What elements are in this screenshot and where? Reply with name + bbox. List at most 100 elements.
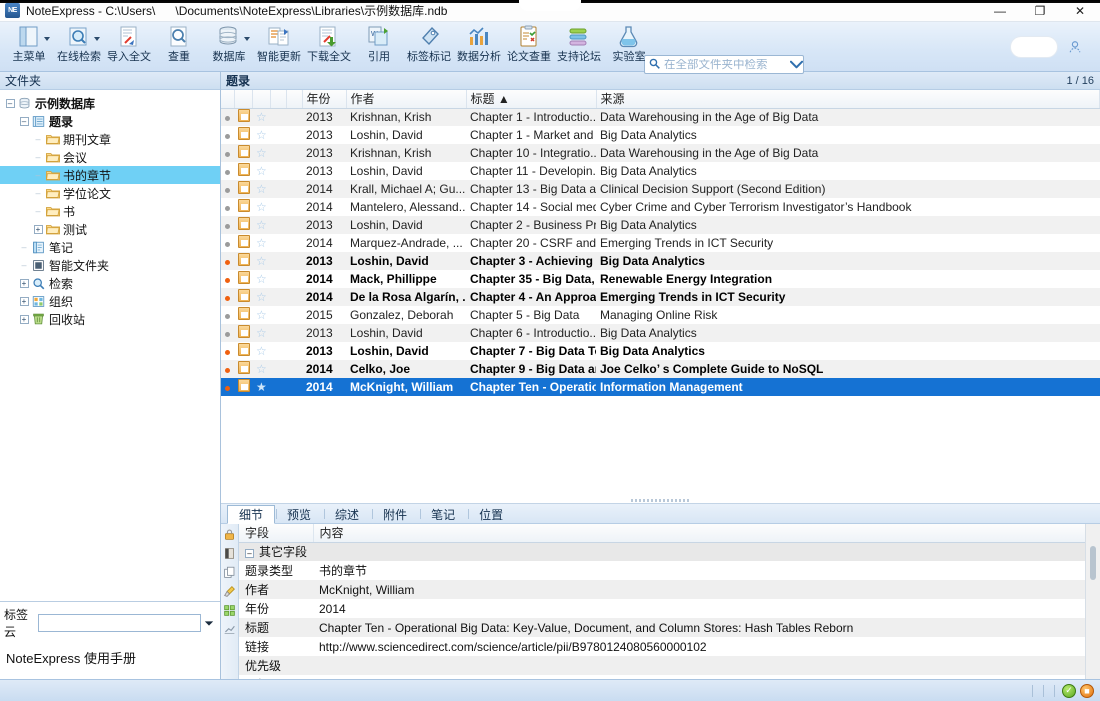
detail-scrollbar[interactable] xyxy=(1085,524,1100,679)
chevron-down-icon[interactable] xyxy=(201,614,216,632)
lock-icon[interactable] xyxy=(222,526,238,542)
dropdown-caret-icon[interactable] xyxy=(44,37,50,41)
detail-field-value[interactable] xyxy=(313,675,1100,679)
brush-icon[interactable] xyxy=(222,583,238,599)
table-row[interactable]: ☆ 2014 Mack, Phillippe Chapter 35 - Big Dat… xyxy=(221,270,1100,288)
detail-field-row[interactable]: 标题 Chapter Ten - Operational Big Data: Ke… xyxy=(239,618,1100,637)
status-alert-icon[interactable]: ■ xyxy=(1080,683,1094,698)
tree-item-会议[interactable]: – 会议 xyxy=(0,148,220,166)
tree-item-学位论文[interactable]: – 学位论文 xyxy=(0,184,220,202)
detail-field-row[interactable]: 题录类型 书的章节 xyxy=(239,561,1100,580)
toolbar-button-download-fulltext[interactable]: 下载全文 xyxy=(304,22,354,72)
toolbar-button-duplicate-check[interactable]: 查重 xyxy=(154,22,204,72)
records-table[interactable]: 年份 作者 标题 ▲ 来源 ☆ 2013 Krishnan, Krish Chapte… xyxy=(221,90,1100,396)
table-row[interactable]: ☆ 2015 Gonzalez, Deborah Chapter 5 - Big Da… xyxy=(221,306,1100,324)
maximize-button[interactable]: ❐ xyxy=(1020,0,1060,22)
tree-item-检索[interactable]: + 检索 xyxy=(0,274,220,292)
toolbar-button-data-analysis[interactable]: 数据分析 xyxy=(454,22,504,72)
search-box[interactable] xyxy=(644,55,804,74)
tag-cloud-input[interactable] xyxy=(38,614,201,632)
star-icon[interactable]: ☆ xyxy=(252,324,270,342)
detail-scrollbar-thumb[interactable] xyxy=(1090,546,1096,580)
detail-field-value[interactable]: 书的章节 xyxy=(313,561,1100,580)
toolbar-button-support-forum[interactable]: 支持论坛 xyxy=(554,22,604,72)
group-collapse-icon[interactable]: – xyxy=(245,549,254,559)
tree-expander-plus-icon[interactable]: + xyxy=(18,295,30,307)
toolbar-button-smart-update[interactable]: 智能更新 xyxy=(254,22,304,72)
account-pill[interactable] xyxy=(1010,36,1058,58)
tree-expander-minus-icon[interactable]: – xyxy=(18,115,30,127)
column-header-blank1[interactable] xyxy=(270,90,287,109)
detail-side-toolbar[interactable] xyxy=(221,524,239,679)
column-header-author[interactable]: 作者 xyxy=(346,90,467,109)
toolbar-button-main-menu[interactable]: 主菜单 xyxy=(4,22,54,72)
star-icon[interactable]: ☆ xyxy=(252,234,270,252)
table-row[interactable]: ☆ 2014 Marquez-Andrade, ... Chapter 20 - CS… xyxy=(221,234,1100,252)
detail-field-row[interactable]: 链接 http://www.sciencedirect.com/science/a… xyxy=(239,637,1100,656)
grid-icon[interactable] xyxy=(222,602,238,618)
detail-field-value[interactable]: McKnight, William xyxy=(313,580,1100,599)
table-row[interactable]: ☆ 2014 Celko, Joe Chapter 9 - Big Data an. J… xyxy=(221,360,1100,378)
toolbar-button-cite[interactable]: W 引用 xyxy=(354,22,404,72)
detail-tab-附件[interactable]: 附件 xyxy=(371,504,419,523)
account-icon[interactable] xyxy=(1068,40,1082,57)
star-icon[interactable]: ☆ xyxy=(252,180,270,198)
detail-tab-综述[interactable]: 综述 xyxy=(323,504,371,523)
star-icon[interactable]: ★ xyxy=(252,378,270,396)
star-icon[interactable]: ☆ xyxy=(252,198,270,216)
status-ok-icon[interactable]: ✓ xyxy=(1062,683,1076,698)
detail-field-value[interactable] xyxy=(313,656,1100,675)
column-header-star[interactable] xyxy=(252,90,271,109)
table-row[interactable]: ★ 2014 McKnight, William Chapter Ten - Oper… xyxy=(221,378,1100,396)
detail-field-row[interactable]: 作者 McKnight, William xyxy=(239,580,1100,599)
copy-icon[interactable] xyxy=(222,564,238,580)
toolbar-button-online-search[interactable]: 在线检索 xyxy=(54,22,104,72)
toolbar-button-tag-mark[interactable]: 标签标记 xyxy=(404,22,454,72)
tree-item-智能文件夹[interactable]: – 智能文件夹 xyxy=(0,256,220,274)
star-icon[interactable]: ☆ xyxy=(252,252,270,270)
close-button[interactable]: ✕ xyxy=(1060,0,1100,22)
tree-item-书的章节[interactable]: – 书的章节 xyxy=(0,166,220,184)
tree-expander-minus-icon[interactable]: – xyxy=(4,97,16,109)
tree-item-组织[interactable]: + 组织 xyxy=(0,292,220,310)
table-row[interactable]: ☆ 2014 Krall, Michael A; Gu... Chapter 13 -… xyxy=(221,180,1100,198)
table-row[interactable]: ☆ 2014 Mantelero, Alessand... Chapter 14 - … xyxy=(221,198,1100,216)
detail-tabs[interactable]: 细节 预览 综述 附件 笔记 位置 xyxy=(221,504,1100,524)
star-icon[interactable]: ☆ xyxy=(252,306,270,324)
table-row[interactable]: ☆ 2013 Loshin, David Chapter 1 - Market and… xyxy=(221,126,1100,144)
table-row[interactable]: ☆ 2014 De la Rosa Algarín, . Chapter 4 - An… xyxy=(221,288,1100,306)
toolbar-button-paper-check[interactable]: 论文查重 xyxy=(504,22,554,72)
minimize-button[interactable]: — xyxy=(980,0,1020,22)
tree-expander-plus-icon[interactable]: + xyxy=(18,277,30,289)
table-row[interactable]: ☆ 2013 Loshin, David Chapter 6 - Introducti… xyxy=(221,324,1100,342)
detail-field-value[interactable]: 2014 xyxy=(313,599,1100,618)
tree-item-回收站[interactable]: + 回收站 xyxy=(0,310,220,328)
detail-field-value[interactable]: Chapter Ten - Operational Big Data: Key-… xyxy=(313,618,1100,637)
detail-tab-预览[interactable]: 预览 xyxy=(275,504,323,523)
star-icon[interactable]: ☆ xyxy=(252,288,270,306)
tree-item-书[interactable]: – 书 xyxy=(0,202,220,220)
search-input[interactable] xyxy=(664,58,790,71)
tree-expander-plus-icon[interactable]: + xyxy=(32,223,44,235)
tree-item-笔记[interactable]: – 笔记 xyxy=(0,238,220,256)
star-icon[interactable]: ☆ xyxy=(252,126,270,144)
book-icon[interactable] xyxy=(222,545,238,561)
column-header-year[interactable]: 年份 xyxy=(302,90,347,109)
detail-group-row[interactable]: – 其它字段 xyxy=(239,542,1100,561)
detail-field-row[interactable]: 优先级 xyxy=(239,656,1100,675)
tag-cloud-item[interactable]: NoteExpress 使用手册 xyxy=(0,640,220,667)
column-header-blank2[interactable] xyxy=(286,90,303,109)
detail-field-value[interactable]: http://www.sciencedirect.com/science/art… xyxy=(313,637,1100,656)
splitter-handle[interactable] xyxy=(221,497,1100,503)
table-row[interactable]: ☆ 2013 Loshin, David Chapter 7 - Big Data T… xyxy=(221,342,1100,360)
tree-item-题录[interactable]: – 题录 xyxy=(0,112,220,130)
star-icon[interactable]: ☆ xyxy=(252,216,270,234)
table-row[interactable]: ☆ 2013 Krishnan, Krish Chapter 1 - Introduc… xyxy=(221,108,1100,126)
star-icon[interactable]: ☆ xyxy=(252,162,270,180)
tree-item-期刊文章[interactable]: – 期刊文章 xyxy=(0,130,220,148)
star-icon[interactable]: ☆ xyxy=(252,342,270,360)
dropdown-caret-icon[interactable] xyxy=(94,37,100,41)
tree-expander-plus-icon[interactable]: + xyxy=(18,313,30,325)
folder-tree[interactable]: – 示例数据库 – 题录 – 期刊文章 – 会议 – 书的章节 – 学位论文 – 书 + 测试 – 笔记 – 智能文件… xyxy=(0,90,220,601)
chart-icon[interactable] xyxy=(222,621,238,637)
